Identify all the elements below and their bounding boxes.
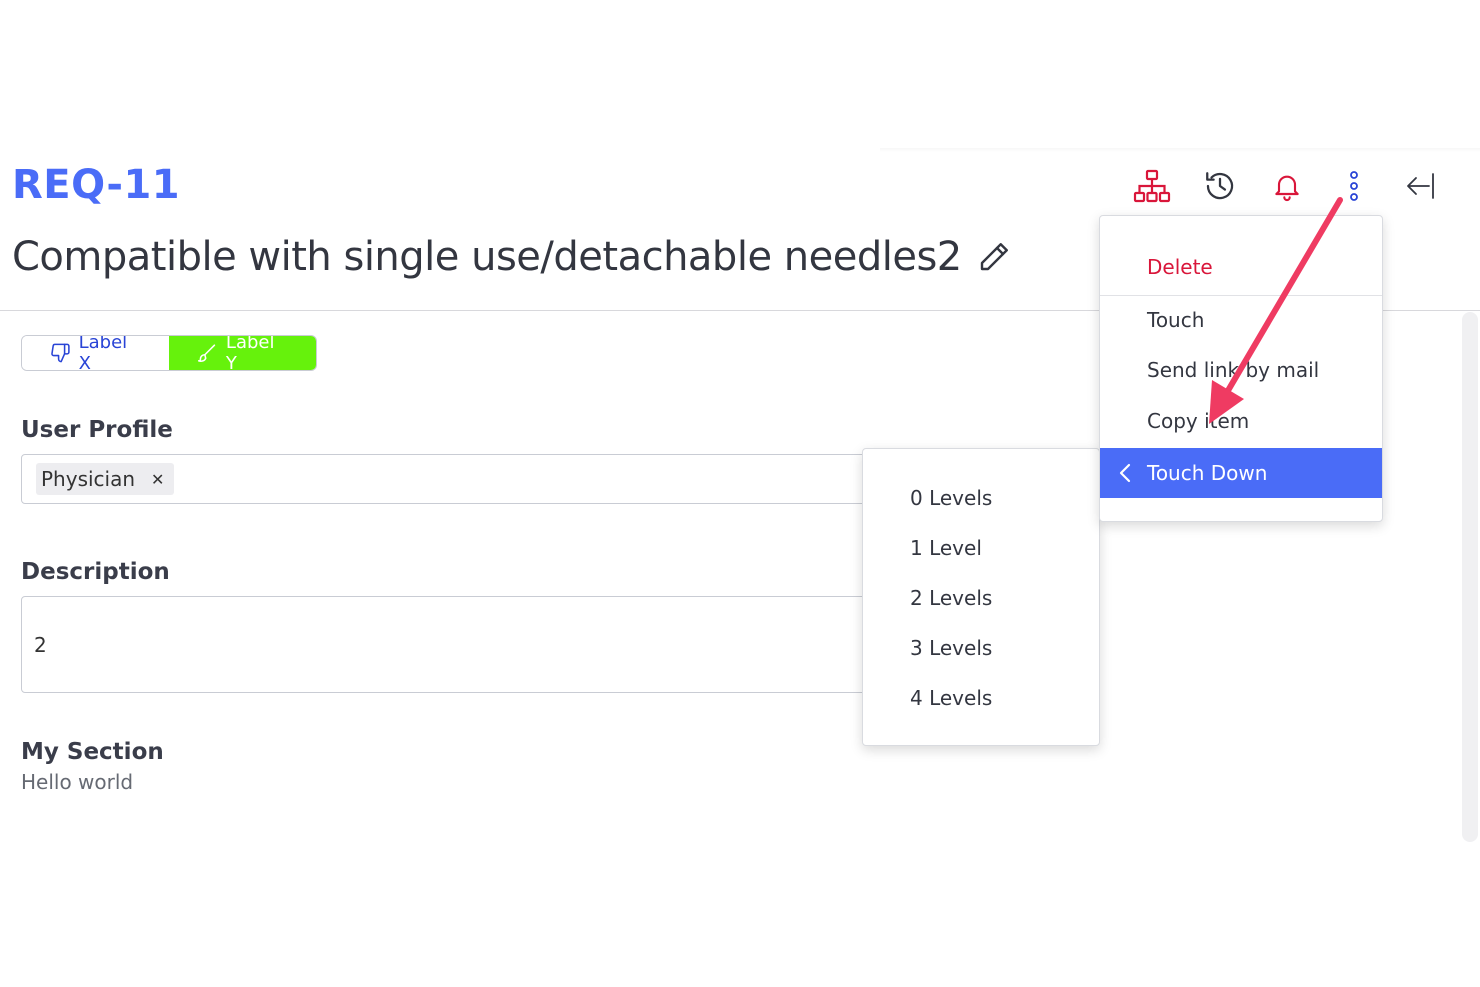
my-section-label: My Section	[21, 739, 164, 765]
user-profile-label: User Profile	[21, 417, 173, 443]
vertical-scrollbar[interactable]	[1462, 312, 1478, 842]
requirement-id: REQ-11	[12, 162, 181, 208]
menu-item-delete[interactable]: Delete	[1100, 242, 1382, 292]
label-x-button[interactable]: Label X	[22, 336, 169, 370]
thumbs-down-icon	[51, 343, 70, 363]
user-profile-input[interactable]: Physician ✕	[21, 454, 881, 504]
menu-item-touch-down[interactable]: Touch Down	[1100, 448, 1382, 498]
my-section-value: Hello world	[21, 770, 134, 794]
menu-item-copy-item[interactable]: Copy item	[1100, 396, 1382, 446]
submenu-item-3-levels[interactable]: 3 Levels	[863, 623, 1099, 673]
chevron-left-icon	[1119, 463, 1131, 483]
description-field[interactable]: 2	[21, 596, 881, 693]
more-options-button[interactable]	[1332, 164, 1376, 208]
brush-icon	[197, 344, 216, 362]
page-title: Compatible with single use/detachable ne…	[12, 234, 962, 280]
hierarchy-icon	[1133, 169, 1171, 203]
description-label: Description	[21, 559, 170, 585]
menu-item-send-link[interactable]: Send link by mail	[1100, 345, 1382, 395]
more-options-menu: Delete Touch Send link by mail Copy item…	[1099, 215, 1383, 522]
label-y-button[interactable]: Label Y	[169, 336, 316, 370]
touch-down-submenu: 0 Levels 1 Level 2 Levels 3 Levels 4 Lev…	[862, 448, 1100, 746]
label-y-text: Label Y	[225, 335, 275, 371]
submenu-item-2-levels[interactable]: 2 Levels	[863, 573, 1099, 623]
more-vertical-icon	[1350, 171, 1358, 201]
title-row: Compatible with single use/detachable ne…	[12, 234, 1012, 280]
submenu-item-0-levels[interactable]: 0 Levels	[863, 473, 1099, 523]
hierarchy-button[interactable]	[1130, 164, 1174, 208]
collapse-left-icon	[1407, 173, 1434, 199]
history-button[interactable]	[1198, 164, 1242, 208]
chip-label: Physician	[41, 467, 136, 491]
collapse-panel-button[interactable]	[1399, 164, 1443, 208]
label-x-text: Label X	[78, 335, 128, 371]
requirement-page: REQ-11 Compatible with single use/detach…	[0, 0, 1480, 987]
notifications-button[interactable]	[1265, 164, 1309, 208]
history-icon	[1206, 172, 1234, 200]
label-toggle-group: Label X Label Y	[21, 335, 317, 371]
submenu-item-1-level[interactable]: 1 Level	[863, 523, 1099, 573]
description-value: 2	[34, 633, 47, 657]
submenu-item-4-levels[interactable]: 4 Levels	[863, 673, 1099, 723]
header-shadow	[880, 148, 1480, 152]
chip-remove-icon[interactable]: ✕	[151, 470, 164, 489]
menu-item-touch-down-label: Touch Down	[1147, 461, 1268, 485]
profile-chip: Physician ✕	[36, 463, 175, 495]
menu-item-touch[interactable]: Touch	[1100, 295, 1382, 345]
pencil-icon[interactable]	[976, 239, 1012, 275]
bell-icon	[1275, 175, 1299, 201]
